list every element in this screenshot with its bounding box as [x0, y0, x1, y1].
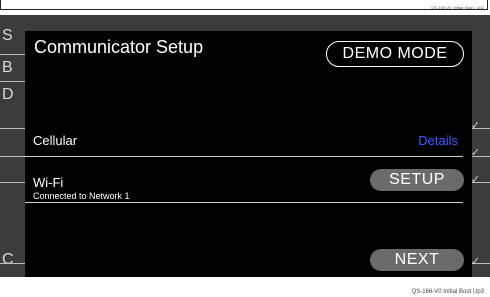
row-divider [25, 156, 463, 157]
wifi-label: Wi-Fi [33, 175, 64, 190]
checkmark-icon: ✓ [470, 256, 480, 268]
checkmark-icon: ✓ [470, 147, 480, 159]
reference-code-bottom: QS-166-V0 Initial Boot Up3 [411, 289, 484, 295]
next-button[interactable]: NEXT [370, 249, 464, 271]
background-letter-1: S [2, 27, 13, 44]
top-frame-strip [0, 0, 488, 10]
device-screen: S B D C ✓ ✓ ✓ ✓ Communicator Setup DEMO … [0, 15, 490, 277]
cellular-details-link[interactable]: Details [418, 133, 458, 148]
background-letter-4: C [2, 251, 14, 268]
wifi-status-text: Connected to Network 1 [33, 191, 130, 201]
checkmark-icon: ✓ [470, 174, 480, 186]
cellular-label: Cellular [33, 133, 78, 148]
checkmark-icon: ✓ [470, 120, 480, 132]
demo-mode-button[interactable]: DEMO MODE [326, 41, 464, 67]
wifi-setup-button[interactable]: SETUP [370, 169, 464, 191]
dialog-title: Communicator Setup [34, 37, 204, 57]
background-letter-2: B [2, 59, 13, 76]
row-divider [25, 202, 463, 203]
communicator-setup-dialog: Communicator Setup DEMO MODE Cellular De… [25, 31, 472, 277]
reference-code-top: QS-165-V0_Initial_Boo t_Up2 [431, 5, 484, 10]
background-letter-3: D [2, 86, 14, 103]
